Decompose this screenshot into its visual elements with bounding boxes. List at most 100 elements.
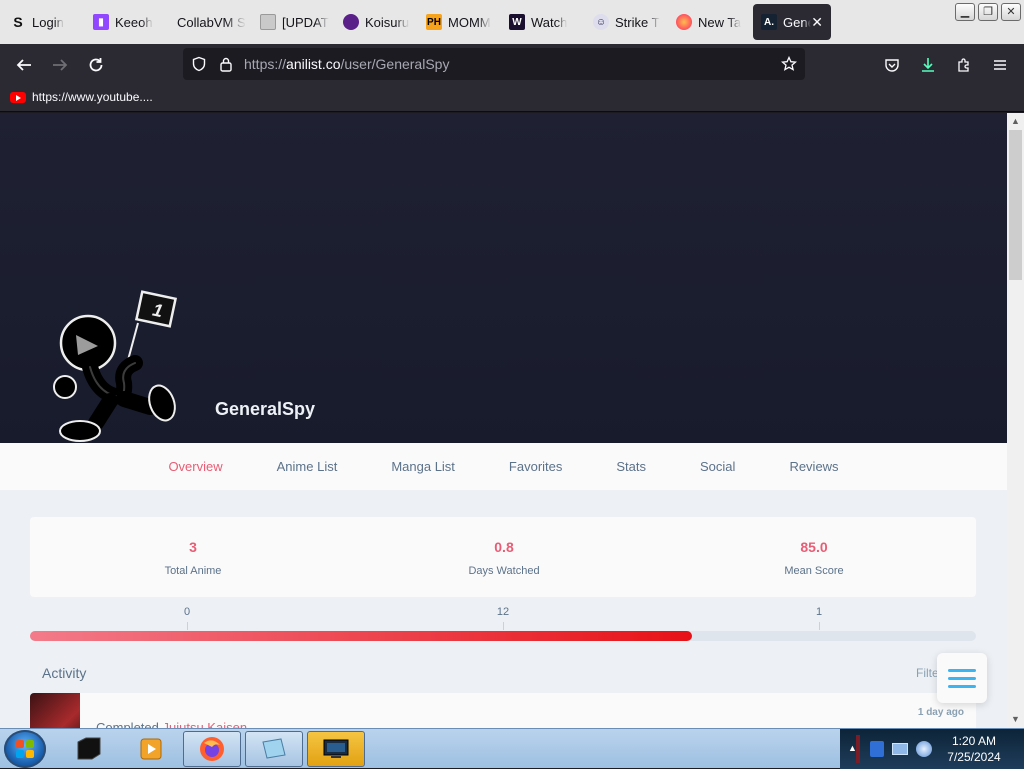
terminal-icon xyxy=(77,737,101,760)
taskbar: ▲ 1:20 AM 7/25/2024 xyxy=(0,728,1024,769)
url-text[interactable]: https://anilist.co/user/GeneralSpy xyxy=(244,56,449,72)
progress-tick-label: 12 xyxy=(496,606,510,618)
tab-login[interactable]: S Login xyxy=(10,4,85,40)
extensions-button[interactable] xyxy=(949,50,979,80)
taskbar-clock[interactable]: 1:20 AM 7/25/2024 xyxy=(938,733,1010,765)
floating-menu-button[interactable] xyxy=(937,653,987,703)
tab-reviews[interactable]: Reviews xyxy=(789,459,838,474)
close-window-button[interactable]: ✕ xyxy=(1001,3,1021,21)
tab-watch[interactable]: W Watch xyxy=(509,4,584,40)
bookmark-star-icon[interactable] xyxy=(781,56,797,72)
twitch-icon: ▮ xyxy=(93,14,109,30)
activity-text: Completed Jujutsu Kaisen xyxy=(96,720,247,728)
tab-title: CollabVM S xyxy=(177,14,246,30)
taskbar-firefox[interactable] xyxy=(183,731,241,767)
koisuru-icon xyxy=(343,14,359,30)
url-domain: anilist.co xyxy=(286,56,341,72)
username: GeneralSpy xyxy=(215,399,316,419)
scroll-down-arrow-icon[interactable]: ▼ xyxy=(1007,711,1024,728)
tab-stats[interactable]: Stats xyxy=(616,459,646,474)
start-button[interactable] xyxy=(4,730,46,768)
minimize-button[interactable]: ▁ xyxy=(955,3,975,21)
download-icon xyxy=(922,58,934,72)
taskbar-media-player[interactable] xyxy=(122,731,180,767)
reload-icon xyxy=(89,58,103,72)
taskbar-display-app[interactable] xyxy=(307,731,365,767)
progress-tick xyxy=(503,622,504,630)
activity-card[interactable]: Completed Jujutsu Kaisen 1 day ago xyxy=(30,693,976,728)
tab-favorites[interactable]: Favorites xyxy=(509,459,562,474)
tab-overview[interactable]: Overview xyxy=(168,459,222,474)
tab-koisuru[interactable]: Koisuru xyxy=(343,4,418,40)
tab-keeoh[interactable]: ▮ Keeoh xyxy=(93,4,168,40)
activity-status: Completed xyxy=(96,720,159,728)
stat-value: 85.0 xyxy=(800,539,828,555)
youtube-icon xyxy=(10,91,26,103)
url-bar[interactable]: https://anilist.co/user/GeneralSpy xyxy=(183,48,805,80)
url-path: /user/GeneralSpy xyxy=(340,56,450,72)
taskbar-explorer[interactable] xyxy=(245,731,303,767)
monitor-icon xyxy=(323,739,349,758)
tab-strike[interactable]: ☺ Strike T xyxy=(593,4,668,40)
lock-icon[interactable] xyxy=(219,56,233,72)
menu-line xyxy=(948,668,976,672)
tab-update[interactable]: [UPDAT xyxy=(260,4,335,40)
tab-generalspy-active[interactable]: A. Gene ✕ xyxy=(753,4,831,40)
tab-title: Gene xyxy=(783,14,812,30)
tab-social[interactable]: Social xyxy=(700,459,735,474)
stat-label: Total Anime xyxy=(164,565,222,577)
scroll-up-arrow-icon[interactable]: ▲ xyxy=(1007,113,1024,130)
progress-fill xyxy=(30,631,693,641)
shield-icon[interactable] xyxy=(191,56,207,72)
clock-date: 7/25/2024 xyxy=(947,750,1001,764)
tab-manga-list[interactable]: Manga List xyxy=(391,459,455,474)
downloads-button[interactable] xyxy=(913,50,943,80)
network-icon[interactable] xyxy=(892,743,908,755)
page-viewport: 1 GeneralSpy Overview Anime List Manga L… xyxy=(0,113,1007,728)
taskbar-terminal[interactable] xyxy=(60,731,118,767)
windows-logo-icon xyxy=(16,740,34,758)
back-button[interactable] xyxy=(9,50,39,80)
pocket-icon xyxy=(885,59,899,72)
clock-time: 1:20 AM xyxy=(951,734,997,748)
menu-line xyxy=(948,684,976,688)
profile-nav: Overview Anime List Manga List Favorites… xyxy=(0,443,1007,490)
tab-momm[interactable]: PH MOMM xyxy=(426,4,501,40)
tab-anime-list[interactable]: Anime List xyxy=(277,459,338,474)
forward-arrow-icon xyxy=(53,59,68,71)
stat-total-anime: 3 Total Anime xyxy=(93,539,293,577)
close-tab-icon[interactable]: ✕ xyxy=(811,14,823,31)
page-icon xyxy=(260,14,276,30)
tab-title: Watch xyxy=(531,14,568,30)
s-favicon-icon: S xyxy=(13,14,23,30)
restore-button[interactable]: ❐ xyxy=(978,3,998,21)
vertical-scrollbar[interactable]: ▲ ▼ xyxy=(1007,113,1024,728)
stat-value: 0.8 xyxy=(494,539,514,555)
bookmark-youtube[interactable]: https://www.youtube.... xyxy=(10,90,153,104)
reload-button[interactable] xyxy=(81,50,111,80)
url-scheme: https:// xyxy=(244,56,287,72)
menu-line xyxy=(948,676,976,680)
activity-title-link[interactable]: Jujutsu Kaisen xyxy=(163,720,248,728)
stats-panel: 3 Total Anime 0.8 Days Watched 85.0 Mean… xyxy=(30,517,976,597)
tray-divider xyxy=(856,735,860,763)
tab-newtab[interactable]: New Ta xyxy=(676,4,751,40)
activity-time: 1 day ago xyxy=(917,707,964,718)
activity-cover-image[interactable] xyxy=(30,693,80,728)
stat-value: 3 xyxy=(189,539,197,555)
volume-icon[interactable] xyxy=(916,741,932,757)
scrollbar-thumb[interactable] xyxy=(1009,130,1022,280)
tab-title: [UPDAT xyxy=(282,14,329,30)
avatar-mr-game-and-watch-icon: 1 xyxy=(53,290,178,442)
app-menu-button[interactable] xyxy=(985,50,1015,80)
tab-title: Strike T xyxy=(615,14,660,30)
activity-heading: Activity xyxy=(42,665,87,681)
tray-app-icon[interactable] xyxy=(870,741,884,757)
bookmarks-toolbar: https://www.youtube.... xyxy=(0,86,1024,112)
tab-title: Login xyxy=(32,14,64,30)
ph-icon: PH xyxy=(426,14,442,30)
pocket-button[interactable] xyxy=(877,50,907,80)
tab-collabvm[interactable]: CollabVM S xyxy=(177,4,252,40)
progress-tick xyxy=(187,622,188,630)
forward-button[interactable] xyxy=(45,50,75,80)
